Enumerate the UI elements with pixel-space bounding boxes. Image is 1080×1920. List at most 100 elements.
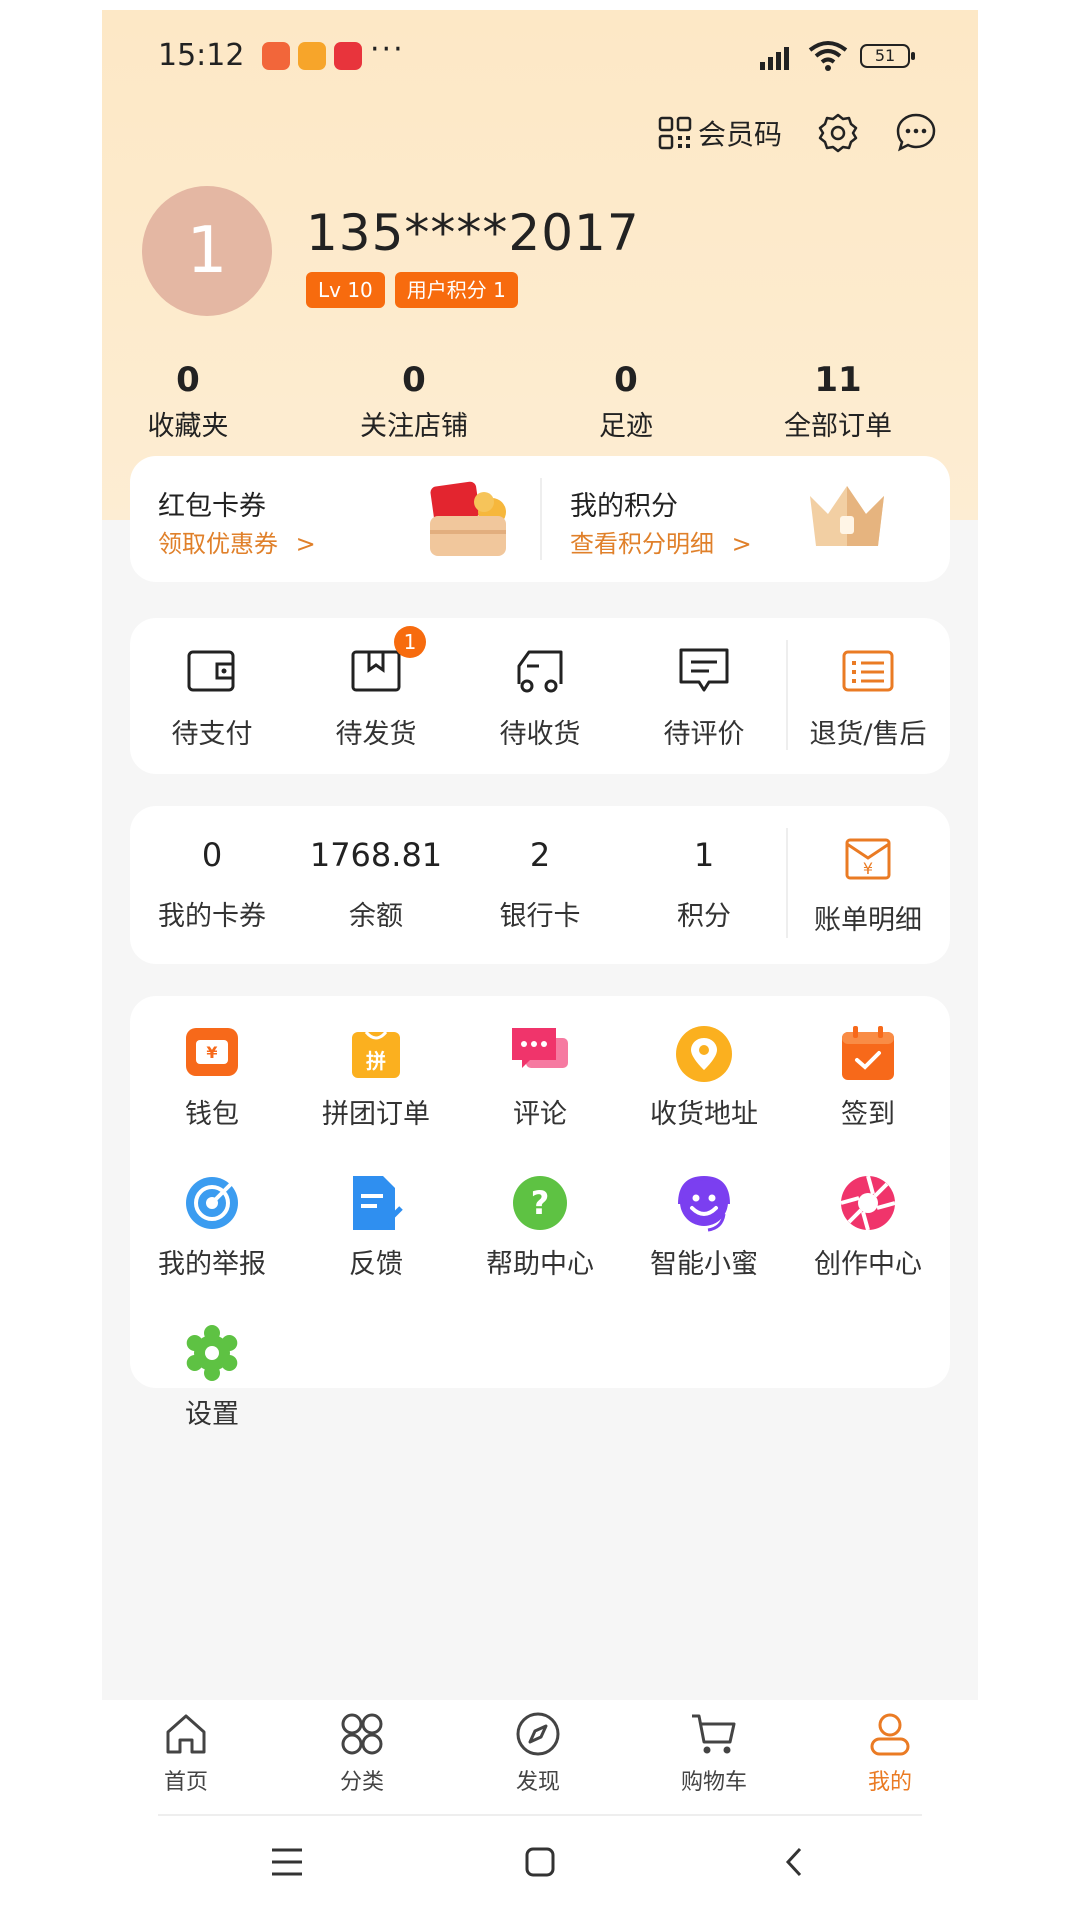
bill-details[interactable]: ¥ 账单明细 (786, 834, 950, 937)
points-detail-label: 查看积分明细 (570, 530, 714, 558)
stat-footprints[interactable]: 0 足迹 (526, 360, 726, 443)
stat-label: 足迹 (599, 411, 653, 442)
profile-badges: Lv 10 用户积分 1 (306, 272, 518, 308)
battery-icon: 51 (860, 44, 915, 68)
yuan-glyph: ¥ (206, 1043, 217, 1062)
signal-icon (760, 47, 789, 70)
stat-favorites[interactable]: 0 收藏夹 (102, 360, 288, 443)
nav-label: 首页 (163, 1770, 208, 1795)
service-checkin[interactable]: 签到 (786, 1024, 950, 1131)
asset-value: 1768.81 (309, 836, 443, 874)
coupons-title: 红包卡券 (158, 491, 266, 522)
message-icon[interactable] (894, 111, 938, 155)
nav-label: 我的 (867, 1770, 912, 1795)
service-label: 拼团订单 (322, 1099, 430, 1130)
claim-coupons-link[interactable]: 领取优惠券 > (158, 524, 316, 559)
asset-label: 积分 (677, 901, 731, 932)
asset-points[interactable]: 1 积分 (622, 836, 786, 933)
asset-balance[interactable]: 1768.81 余额 (294, 836, 458, 933)
stat-value: 0 (614, 360, 638, 400)
service-help-center[interactable]: ? 帮助中心 (458, 1174, 622, 1281)
gear-icon (186, 1325, 238, 1381)
member-code-button[interactable]: 会员码 (658, 113, 782, 153)
nav-home[interactable]: 首页 (126, 1710, 246, 1796)
avatar[interactable]: 1 (142, 186, 272, 316)
nav-discover[interactable]: 发现 (478, 1710, 598, 1796)
settings-gear-icon[interactable] (816, 111, 860, 155)
order-label: 待收货 (499, 719, 581, 750)
location-icon (676, 1026, 732, 1082)
asset-label: 余额 (349, 901, 403, 932)
order-returns-aftersale[interactable]: 退货/售后 (786, 646, 950, 751)
service-group-orders[interactable]: 拼 拼团订单 (294, 1024, 458, 1131)
coupons-points-card: 红包卡券 领取优惠券 > 我的积分 查看积分明细 > (130, 456, 950, 582)
aperture-icon (840, 1175, 896, 1231)
points-badge[interactable]: 用户积分 1 (394, 272, 518, 308)
asset-bank-cards[interactable]: 2 银行卡 (458, 836, 622, 933)
service-label: 设置 (185, 1399, 239, 1430)
order-pending-shipment[interactable]: 1 待发货 (294, 626, 458, 751)
service-feedback[interactable]: 反馈 (294, 1174, 458, 1281)
group-glyph: 拼 (366, 1049, 386, 1073)
qr-code-icon (658, 116, 692, 150)
services-card: ¥ 钱包 拼 拼团订单 评论 收货地址 签到 我的举报 反馈 ? 帮助中心 智能… (130, 996, 950, 1430)
service-label: 评论 (513, 1099, 567, 1130)
status-time: 15:12 (158, 38, 245, 73)
service-smart-assistant[interactable]: 智能小蜜 (622, 1174, 786, 1281)
back-icon[interactable] (782, 1846, 806, 1878)
stats-row: 0 收藏夹 0 关注店铺 0 足迹 11 全部订单 (102, 360, 978, 450)
service-wallet[interactable]: ¥ 钱包 (130, 1024, 294, 1131)
points-entry[interactable]: 我的积分 查看积分明细 > (542, 456, 950, 582)
nav-cart[interactable]: 购物车 (654, 1710, 774, 1796)
asset-value: 2 (529, 836, 551, 874)
smiley-headset-icon (678, 1175, 730, 1232)
service-label: 签到 (841, 1099, 895, 1130)
service-address[interactable]: 收货地址 (622, 1024, 786, 1131)
nav-me[interactable]: 我的 (830, 1710, 950, 1796)
asset-my-coupons[interactable]: 0 我的卡券 (130, 836, 294, 933)
notification-app-icon (334, 42, 362, 70)
orders-card: 待支付 1 待发货 待收货 待评价 退货/售后 (130, 618, 950, 774)
question-glyph: ? (531, 1184, 550, 1222)
service-label: 创作中心 (814, 1249, 922, 1280)
asset-label: 我的卡券 (158, 901, 266, 932)
red-packet-wallet-icon (430, 481, 506, 556)
cart-icon (692, 1714, 736, 1754)
chevron-right-icon: > (731, 530, 752, 558)
service-label: 收货地址 (650, 1099, 758, 1130)
target-icon (186, 1177, 238, 1229)
order-label: 待评价 (663, 719, 745, 750)
status-bar: 15:12 ··· 51 (102, 32, 978, 82)
chat-icon (512, 1028, 568, 1068)
wallet-icon (187, 650, 235, 692)
points-title: 我的积分 (570, 491, 678, 522)
stat-followed-shops[interactable]: 0 关注店铺 (314, 360, 514, 443)
points-detail-link[interactable]: 查看积分明细 > (570, 524, 752, 559)
member-code-label: 会员码 (697, 118, 782, 151)
stat-all-orders[interactable]: 11 全部订单 (738, 360, 938, 443)
wifi-icon (808, 41, 848, 71)
stat-value: 0 (402, 360, 426, 400)
order-label: 待支付 (171, 719, 253, 750)
asset-value: 0 (201, 836, 223, 874)
service-comments[interactable]: 评论 (458, 1024, 622, 1131)
service-label: 我的举报 (158, 1249, 266, 1280)
calendar-check-icon (842, 1026, 894, 1080)
menu-icon[interactable] (270, 1846, 304, 1878)
service-settings[interactable]: 设置 (130, 1324, 294, 1431)
truck-icon (517, 650, 563, 693)
wallet-icon: ¥ (186, 1028, 238, 1076)
nav-category[interactable]: 分类 (302, 1710, 422, 1796)
service-creator-center[interactable]: 创作中心 (786, 1174, 950, 1281)
home-square-icon[interactable] (524, 1846, 556, 1878)
coupons-entry[interactable]: 红包卡券 领取优惠券 > (130, 456, 540, 582)
service-label: 反馈 (349, 1249, 403, 1280)
order-pending-payment[interactable]: 待支付 (130, 646, 294, 751)
order-pending-receipt[interactable]: 待收货 (458, 646, 622, 751)
service-label: 钱包 (185, 1099, 239, 1130)
document-edit-icon (353, 1176, 403, 1230)
package-icon (351, 650, 401, 692)
order-pending-review[interactable]: 待评价 (622, 646, 786, 751)
service-my-reports[interactable]: 我的举报 (130, 1174, 294, 1281)
compass-icon (516, 1712, 560, 1756)
